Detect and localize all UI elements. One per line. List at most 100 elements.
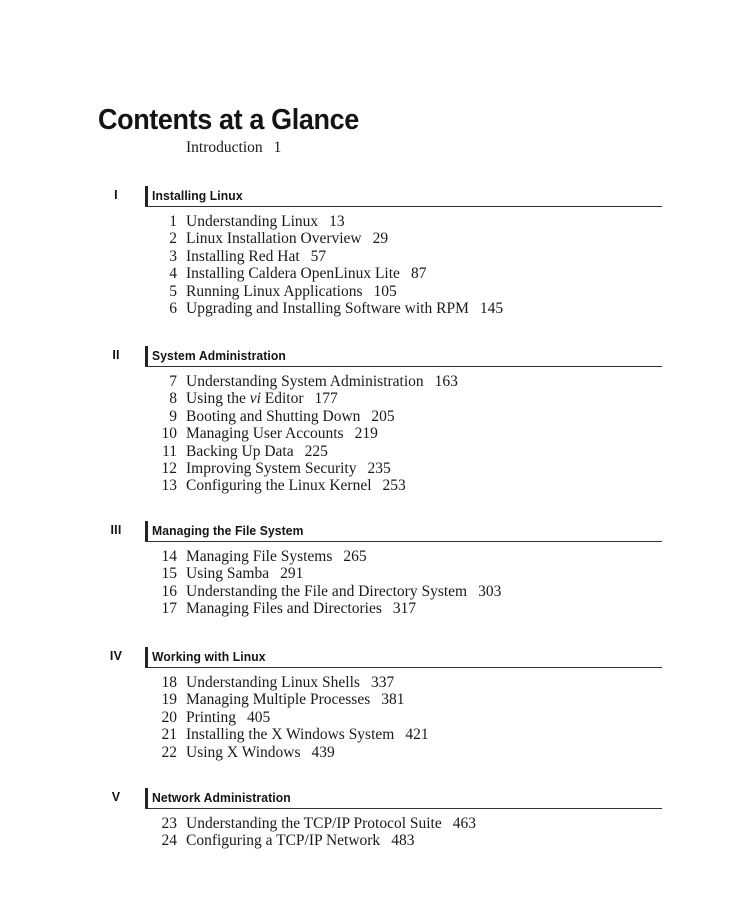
chapter-page-number: 145 [479, 299, 504, 317]
chapter-title: Understanding the TCP/IP Protocol Suite [186, 815, 442, 832]
chapter-entry[interactable]: 19 Managing Multiple Processes 381 [0, 691, 737, 708]
chapter-page-number: 225 [304, 442, 328, 460]
chapter-page-number: 265 [343, 548, 367, 565]
chapter-entry[interactable]: 21 Installing the X Windows System 421 [0, 726, 737, 743]
part-section: IV Working with Linux 18 Understanding Linu… [0, 647, 737, 761]
chapter-title: Installing Caldera OpenLinux Lite [186, 265, 400, 283]
chapter-title-and-page: Linux Installation Overview 29 [186, 230, 388, 247]
chapter-page-number: 381 [381, 691, 405, 709]
chapter-title-and-page: Installing Caldera OpenLinux Lite 87 [186, 265, 426, 282]
chapter-title-and-page: Using Samba 291 [186, 565, 303, 582]
part-divider-rule [145, 807, 662, 809]
chapter-entry[interactable]: 8 Using the vi Editor 177 [0, 390, 737, 407]
frontmatter-page-number: 1 [273, 139, 282, 156]
chapter-title: Understanding System Administration [186, 373, 424, 390]
chapter-title: Understanding Linux Shells [186, 674, 360, 691]
chapter-entry[interactable]: 18 Understanding Linux Shells 337 [0, 674, 737, 691]
chapter-page-number: 163 [434, 373, 458, 390]
chapter-entry[interactable]: 2 Linux Installation Overview 29 [0, 230, 737, 247]
part-divider-rule [145, 365, 662, 367]
frontmatter-entry-introduction[interactable]: Introduction 1 [186, 138, 281, 158]
chapter-number: 11 [162, 442, 177, 460]
chapter-entry[interactable]: 14 Managing File Systems 265 [0, 548, 737, 565]
chapter-number: 9 [169, 407, 177, 425]
chapter-page-number: 303 [478, 582, 502, 600]
chapter-title: Using Samba [186, 565, 270, 583]
chapter-list: 18 Understanding Linux Shells 337 19 Managin… [0, 674, 737, 761]
chapter-entry[interactable]: 5 Running Linux Applications 105 [0, 283, 737, 300]
chapter-number: 14 [161, 548, 178, 565]
part-header[interactable]: III Managing the File System [0, 521, 737, 545]
part-header[interactable]: IV Working with Linux [0, 647, 737, 671]
chapter-title: Understanding Linux [186, 213, 319, 230]
chapter-number: 3 [169, 247, 177, 265]
part-divider-rule [145, 205, 662, 207]
chapter-title: Running Linux Applications [186, 282, 363, 300]
part-numeral: II [112, 348, 120, 362]
chapter-number: 1 [169, 213, 177, 230]
chapter-page-number: 317 [392, 600, 417, 618]
chapter-title-and-page: Improving System Security 235 [186, 460, 391, 477]
chapter-number: 21 [161, 726, 178, 744]
part-title: System Administration [152, 348, 286, 363]
chapter-entry[interactable]: 22 Using X Windows 439 [0, 744, 737, 761]
chapter-number: 15 [161, 565, 178, 583]
chapter-number: 5 [169, 282, 177, 300]
toc-page: Contents at a Glance Introduction 1 I Inst… [0, 0, 737, 912]
chapter-title: Upgrading and Installing Software with R… [186, 299, 469, 317]
part-section: III Managing the File System 14 Managing Fi… [0, 521, 737, 617]
chapter-page-number: 13 [329, 213, 345, 230]
part-accent-bar [145, 521, 148, 542]
chapter-entry[interactable]: 1 Understanding Linux 13 [0, 213, 737, 230]
chapter-title-and-page: Configuring a TCP/IP Network 483 [186, 832, 414, 849]
chapter-entry[interactable]: 6 Upgrading and Installing Software with … [0, 300, 737, 317]
chapter-entry[interactable]: 23 Understanding the TCP/IP Protocol Suit… [0, 815, 737, 832]
chapter-page-number: 463 [452, 815, 476, 832]
part-section: V Network Administration 23 Understanding t… [0, 788, 737, 849]
chapter-title: Using X Windows [186, 743, 301, 761]
chapter-page-number: 219 [354, 425, 378, 443]
chapter-title: Managing Multiple Processes [186, 691, 371, 709]
chapter-title: Managing File Systems [186, 548, 333, 565]
chapter-title-and-page: Installing the X Windows System 421 [186, 726, 429, 743]
chapter-entry[interactable]: 17 Managing Files and Directories 317 [0, 600, 737, 617]
chapter-entry[interactable]: 15 Using Samba 291 [0, 565, 737, 582]
chapter-number: 19 [161, 691, 178, 709]
chapter-title: Backing Up Data [186, 442, 294, 460]
chapter-entry[interactable]: 7 Understanding System Administration 163 [0, 373, 737, 390]
chapter-entry[interactable]: 24 Configuring a TCP/IP Network 483 [0, 832, 737, 849]
chapter-page-number: 421 [405, 726, 429, 744]
chapter-entry[interactable]: 20 Printing 405 [0, 709, 737, 726]
chapter-entry[interactable]: 3 Installing Red Hat 57 [0, 248, 737, 265]
part-numeral: III [110, 523, 122, 537]
part-header[interactable]: I Installing Linux [0, 186, 737, 210]
chapter-title-and-page: Printing 405 [186, 709, 270, 726]
chapter-entry[interactable]: 13 Configuring the Linux Kernel 253 [0, 477, 737, 494]
chapter-entry[interactable]: 12 Improving System Security 235 [0, 460, 737, 477]
page-title: Contents at a Glance [98, 104, 359, 136]
part-header[interactable]: V Network Administration [0, 788, 737, 812]
chapter-number: 23 [161, 815, 178, 832]
part-title: Managing the File System [152, 523, 304, 538]
chapter-list: 23 Understanding the TCP/IP Protocol Suit… [0, 815, 737, 850]
chapter-entry[interactable]: 10 Managing User Accounts 219 [0, 425, 737, 442]
chapter-title: Booting and Shutting Down [186, 407, 361, 425]
part-header[interactable]: II System Administration [0, 346, 737, 370]
chapter-title: Understanding the File and Directory Sys… [186, 582, 468, 600]
chapter-entry[interactable]: 16 Understanding the File and Directory S… [0, 583, 737, 600]
chapter-number: 4 [169, 265, 177, 283]
part-divider-rule [145, 540, 662, 542]
part-title: Installing Linux [152, 188, 243, 203]
chapter-title-and-page: Running Linux Applications 105 [186, 283, 397, 300]
chapter-page-number: 205 [371, 407, 395, 425]
chapter-title-and-page: Using X Windows 439 [186, 744, 335, 761]
chapter-number: 22 [161, 743, 178, 761]
part-accent-bar [145, 788, 148, 809]
chapter-entry[interactable]: 11 Backing Up Data 225 [0, 443, 737, 460]
chapter-entry[interactable]: 9 Booting and Shutting Down 205 [0, 408, 737, 425]
chapter-number: 8 [169, 390, 177, 408]
chapter-entry[interactable]: 4 Installing Caldera OpenLinux Lite 87 [0, 265, 737, 282]
chapter-page-number: 291 [280, 565, 304, 583]
chapter-title: Installing Red Hat [186, 247, 300, 265]
chapter-number: 2 [169, 230, 177, 248]
